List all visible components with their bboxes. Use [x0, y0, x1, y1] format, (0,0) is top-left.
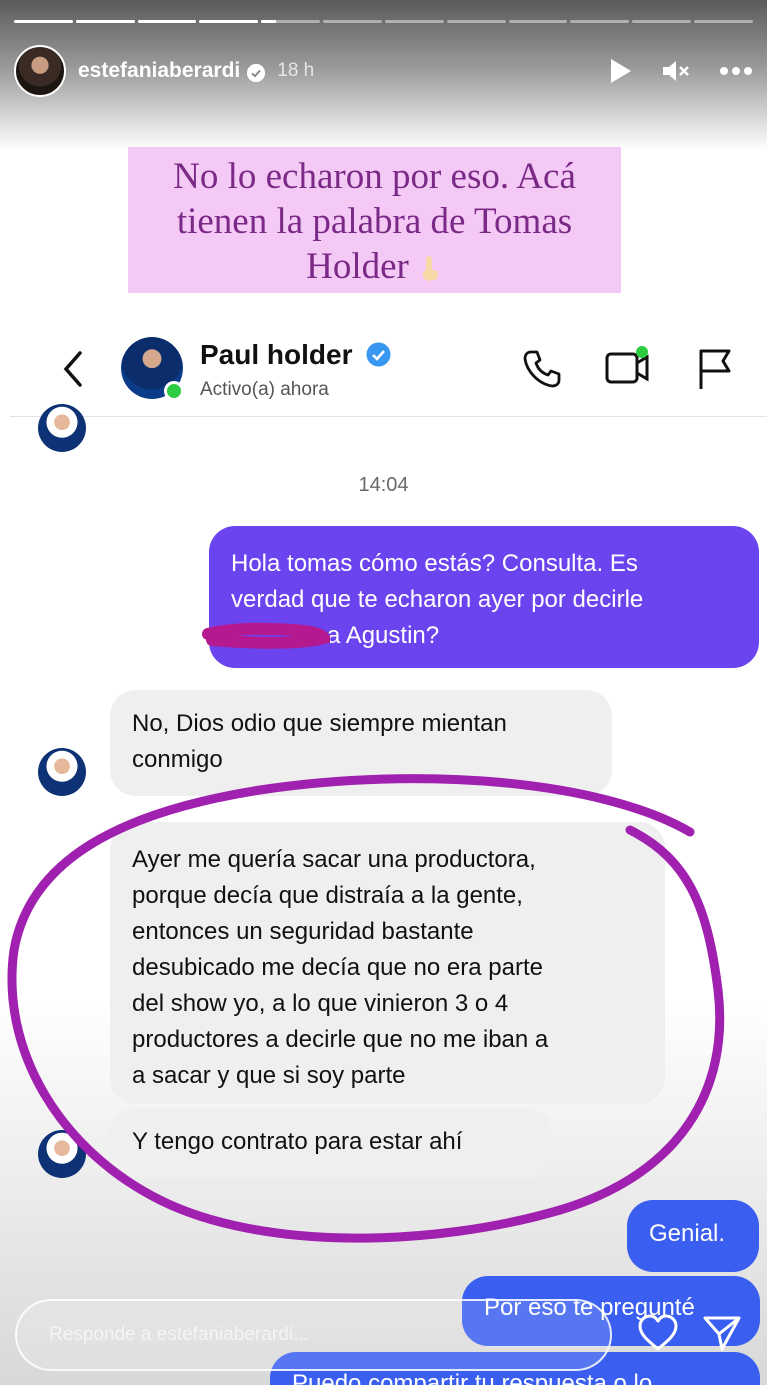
- story-progress-segment: [384, 20, 444, 23]
- message-line: conmigo: [132, 746, 223, 773]
- send-icon[interactable]: [702, 1313, 742, 1353]
- caption-line: Holder: [306, 246, 409, 287]
- story-time-ago: 18 h: [277, 60, 315, 81]
- message-line: Ayer me quería sacar una productora,: [132, 846, 536, 873]
- story-caption: No lo echaron por eso. Acá tienen la pal…: [128, 147, 621, 293]
- story-progress-segment: [199, 20, 259, 23]
- more-icon[interactable]: [719, 66, 753, 76]
- message-line: desubicado me decía que no era parte: [132, 954, 543, 981]
- message-timestamp: 14:04: [358, 474, 409, 496]
- story-progress-segment: [694, 20, 753, 23]
- message-line: Puedo compartir tu respuesta o lo: [292, 1370, 653, 1385]
- message-line: Genial.: [649, 1220, 726, 1247]
- message-line: Y tengo contrato para estar ahí: [132, 1128, 463, 1155]
- story-progress-segment: [446, 20, 506, 23]
- story-progress-segment: [137, 20, 197, 23]
- sender-avatar: [38, 1130, 86, 1178]
- story-progress-bar: [14, 20, 753, 23]
- play-icon[interactable]: [607, 57, 633, 85]
- message-bubble-incoming[interactable]: No, Dios odio que siempre mientan conmig…: [110, 690, 612, 796]
- censor-scribble: [202, 622, 330, 649]
- reply-placeholder: Responde a estefaniaberardi...: [49, 1324, 309, 1345]
- story-username[interactable]: estefaniaberardi: [78, 59, 240, 83]
- flag-icon[interactable]: [696, 347, 734, 391]
- back-icon[interactable]: [56, 347, 92, 391]
- video-icon[interactable]: [604, 345, 652, 389]
- story-reply-input[interactable]: Responde a estefaniaberardi...: [15, 1299, 612, 1371]
- caption-line: tienen la palabra de Tomas: [176, 201, 573, 242]
- message-bubble-outgoing[interactable]: Genial.: [627, 1200, 759, 1272]
- story-progress-segment: [323, 20, 382, 23]
- sender-avatar: [38, 404, 86, 452]
- message-bubble-incoming[interactable]: Ayer me quería sacar una productora, por…: [110, 822, 665, 1104]
- message-line: verdad que te echaron ayer por decirle: [231, 586, 644, 613]
- message-line: entonces un seguridad bastante: [132, 918, 474, 945]
- message-line: productores a decirle que no me iban a: [132, 1026, 549, 1053]
- phone-icon[interactable]: [522, 349, 562, 389]
- story-progress-segment: [75, 20, 135, 23]
- verified-badge-icon: [247, 64, 266, 82]
- online-status-dot: [164, 381, 184, 401]
- caption-line: No lo echaron por eso. Acá: [173, 156, 576, 197]
- dm-header: Paul holder Activo(a) ahora: [10, 325, 767, 417]
- message-line: porque decía que distraía a la gente,: [132, 882, 523, 909]
- pointing-down-icon: [422, 256, 438, 283]
- story-progress-segment: [632, 20, 692, 23]
- verified-badge-icon: [366, 342, 391, 367]
- message-line: Hola tomas cómo estás? Consulta. Es: [231, 550, 638, 577]
- message-line: No, Dios odio que siempre mientan: [132, 710, 507, 737]
- message-line: a sacar y que si soy parte: [132, 1062, 406, 1089]
- heart-icon[interactable]: [637, 1313, 679, 1353]
- mute-icon[interactable]: [661, 57, 691, 85]
- dm-active-status: Activo(a) ahora: [200, 379, 329, 400]
- message-line: del show yo, a lo que vinieron 3 o 4: [132, 990, 509, 1017]
- story-progress-segment: [14, 20, 73, 23]
- story-progress-segment: [508, 20, 568, 23]
- dm-contact-name[interactable]: Paul holder: [200, 339, 352, 371]
- story-header: estefaniaberardi 18 h: [14, 44, 753, 98]
- chat-thread[interactable]: 14:04 Hola tomas cómo estás? Consulta. E…: [0, 404, 767, 1385]
- story-avatar[interactable]: [14, 45, 66, 97]
- caption-line-with-emoji: Holder: [128, 244, 621, 289]
- story-progress-segment: [261, 20, 321, 23]
- message-bubble-incoming[interactable]: Y tengo contrato para estar ahí: [110, 1108, 552, 1178]
- sender-avatar: [38, 748, 86, 796]
- story-progress-segment: [570, 20, 630, 23]
